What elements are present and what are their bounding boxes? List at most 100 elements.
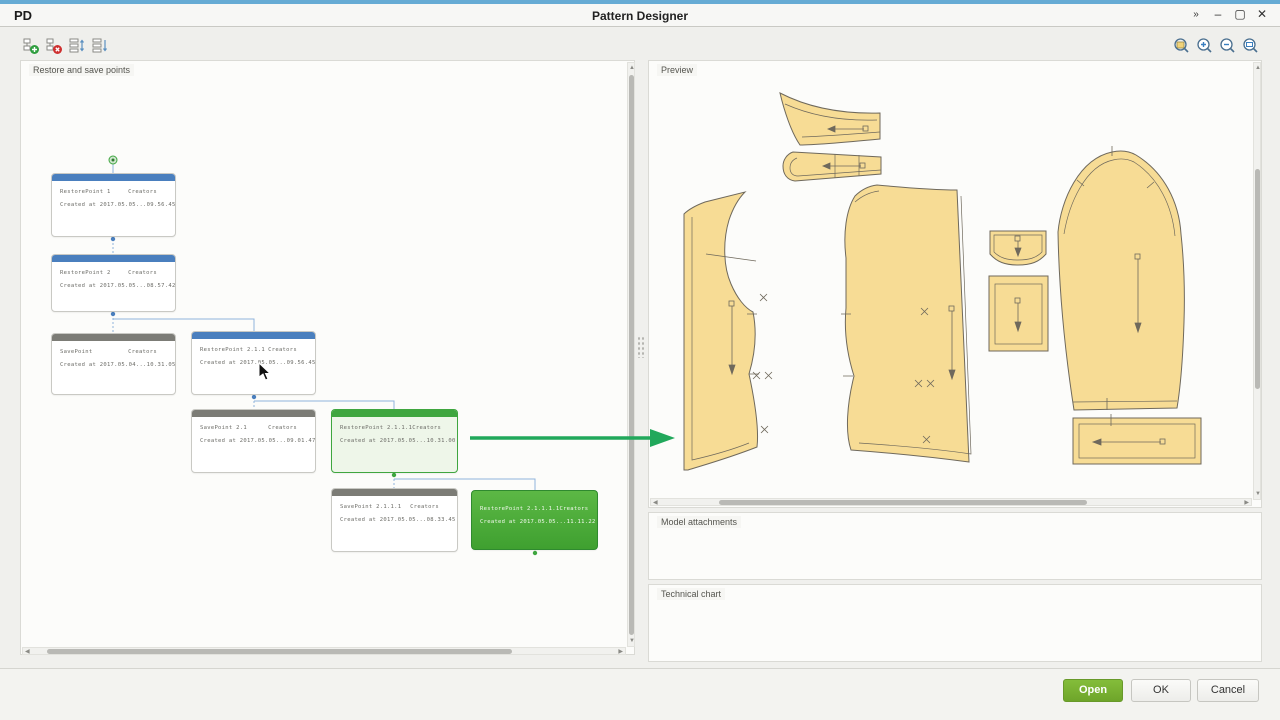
vscroll-thumb[interactable] <box>629 75 634 635</box>
pattern-collar-band <box>782 151 882 182</box>
window-title: Pattern Designer <box>591 9 689 23</box>
node-created-label: Created at 2017.05.05...11.11.22 <box>480 519 596 525</box>
scroll-left-arrow[interactable]: ◀ <box>25 649 30 655</box>
node-created-label: Created at 2017.05.05...08.33.45 <box>340 517 456 523</box>
node-body: RestorePoint 2 Creators Created at 2017.05… <box>52 262 175 289</box>
scroll-up-arrow[interactable]: ▲ <box>1255 65 1261 71</box>
hscroll-thumb[interactable] <box>47 649 512 654</box>
node-created-label: Created at 2017.05.05...09.01.47 <box>200 438 316 444</box>
node-title: RestorePoint 2.1.1.1 <box>340 425 413 431</box>
node-type-label: Creators <box>559 506 589 512</box>
node-body: RestorePoint 2.1.1.1 Creators Created at 2… <box>332 417 457 444</box>
preview-vscrollbar[interactable]: ▲ ▼ <box>1253 62 1261 500</box>
restore-points-panel: Restore and save points RestorePoint 1 Cr… <box>20 60 635 655</box>
zoom-fit-icon[interactable] <box>1173 38 1190 55</box>
node-created-label: Created at 2017.05.05...09.56.45 <box>200 360 316 366</box>
toolbar <box>0 28 1280 60</box>
node-type-label: Creators <box>268 347 297 353</box>
model-attachments-panel: Model attachments <box>648 512 1262 580</box>
restore-node-savepoint-2-1-1-1[interactable]: SavePoint 2.1.1.1 Creators Created at 2017… <box>331 488 458 552</box>
node-title: RestorePoint 2 <box>60 270 111 276</box>
left-panel-hscrollbar[interactable]: ◀ ▶ <box>22 647 626 655</box>
pattern-designer-window: PD Pattern Designer » – ▢ ✕ Restore and … <box>0 0 1280 720</box>
node-title: SavePoint 2.1.1.1 <box>340 504 402 510</box>
delete-restore-point-icon[interactable] <box>46 38 63 55</box>
pattern-front-right <box>844 184 970 463</box>
node-header <box>192 410 315 417</box>
pattern-pieces-drawing <box>683 92 1202 471</box>
node-title: RestorePoint 2.1.1.1.1 <box>480 506 560 512</box>
preview-panel: Preview ▲ ▼ ◀ ▶ <box>648 60 1262 508</box>
node-header <box>192 332 315 339</box>
scroll-left-arrow[interactable]: ◀ <box>653 500 658 506</box>
node-created-label: Created at 2017.05.05...10.31.00 <box>340 438 456 444</box>
node-title: RestorePoint 1 <box>60 189 111 195</box>
ok-button[interactable]: OK <box>1131 679 1191 702</box>
node-created-label: Created at 2017.05.05...09.56.45 <box>60 202 176 208</box>
node-title: RestorePoint 2.1.1 <box>200 347 266 353</box>
node-header <box>52 255 175 262</box>
close-button[interactable]: ✕ <box>1252 7 1272 21</box>
scroll-down-arrow[interactable]: ▼ <box>629 638 635 644</box>
pattern-sleeve <box>1057 150 1185 411</box>
restore-node-savepoint-2-1[interactable]: SavePoint 2.1 Creators Created at 2017.05.… <box>191 409 316 473</box>
open-button[interactable]: Open <box>1063 679 1123 702</box>
panel-splitter[interactable] <box>637 336 645 358</box>
minimize-button[interactable]: – <box>1208 7 1228 21</box>
collapse-all-icon[interactable] <box>92 38 109 55</box>
node-type-label: Creators <box>128 349 157 355</box>
pattern-cuff <box>1072 417 1202 465</box>
node-body: SavePoint Creators Created at 2017.05.04..… <box>52 341 175 368</box>
vscroll-thumb[interactable] <box>1255 169 1260 389</box>
node-type-label: Creators <box>128 189 157 195</box>
node-header <box>52 174 175 181</box>
node-header <box>332 410 457 417</box>
zoom-in-icon[interactable] <box>1196 38 1213 55</box>
scroll-up-arrow[interactable]: ▲ <box>629 65 635 71</box>
footer-bar: Open OK Cancel <box>0 668 1280 720</box>
restore-node-savepoint[interactable]: SavePoint Creators Created at 2017.05.04..… <box>51 333 176 395</box>
overflow-menu-button[interactable]: » <box>1186 9 1206 20</box>
scroll-down-arrow[interactable]: ▼ <box>1255 491 1261 497</box>
expand-all-icon[interactable] <box>69 38 86 55</box>
restore-node-restorepoint-2[interactable]: RestorePoint 2 Creators Created at 2017.05… <box>51 254 176 312</box>
scroll-right-arrow[interactable]: ▶ <box>1244 500 1249 506</box>
node-body: SavePoint 2.1 Creators Created at 2017.05.… <box>192 417 315 444</box>
hscroll-thumb[interactable] <box>719 500 1087 505</box>
restore-node-restorepoint-2-1-1-1[interactable]: RestorePoint 2.1.1.1 Creators Created at 2… <box>331 409 458 473</box>
add-restore-point-icon[interactable] <box>23 38 40 55</box>
node-header <box>52 334 175 341</box>
selection-arrow <box>470 429 675 447</box>
pattern-front-left <box>683 191 758 471</box>
node-header <box>472 491 597 498</box>
scroll-right-arrow[interactable]: ▶ <box>618 649 623 655</box>
node-created-label: Created at 2017.05.04...10.31.05 <box>60 362 176 368</box>
left-panel-vscrollbar[interactable]: ▲ ▼ <box>627 62 635 647</box>
technical-chart-title: Technical chart <box>657 588 726 600</box>
node-title: SavePoint <box>60 349 93 355</box>
node-type-label: Creators <box>268 425 297 431</box>
node-body: RestorePoint 2.1.1.1.1 Creators Created at… <box>472 498 597 525</box>
node-body: RestorePoint 2.1.1 Creators Created at 201… <box>192 339 315 366</box>
mouse-cursor <box>258 362 272 381</box>
restore-node-restorepoint-1[interactable]: RestorePoint 1 Creators Created at 2017.05… <box>51 173 176 237</box>
restore-node-restorepoint-2-1-1[interactable]: RestorePoint 2.1.1 Creators Created at 201… <box>191 331 316 395</box>
preview-hscrollbar[interactable]: ◀ ▶ <box>650 498 1252 506</box>
node-body: SavePoint 2.1.1.1 Creators Created at 2017… <box>332 496 457 523</box>
node-type-label: Creators <box>412 425 442 431</box>
pattern-collar-piece <box>779 92 881 146</box>
model-attachments-title: Model attachments <box>657 516 742 528</box>
restore-node-restorepoint-2-1-1-1-1[interactable]: RestorePoint 2.1.1.1.1 Creators Created at… <box>471 490 598 550</box>
cancel-button[interactable]: Cancel <box>1197 679 1259 702</box>
titlebar[interactable]: PD Pattern Designer » – ▢ ✕ <box>0 4 1280 27</box>
node-body: RestorePoint 1 Creators Created at 2017.05… <box>52 181 175 208</box>
maximize-button[interactable]: ▢ <box>1230 7 1250 21</box>
node-type-label: Creators <box>410 504 439 510</box>
node-created-label: Created at 2017.05.05...08.57.42 <box>60 283 176 289</box>
zoom-selection-icon[interactable] <box>1242 38 1259 55</box>
node-header <box>332 489 457 496</box>
pattern-pocket <box>988 275 1049 352</box>
node-type-label: Creators <box>128 270 157 276</box>
technical-chart-panel: Technical chart <box>648 584 1262 662</box>
zoom-out-icon[interactable] <box>1219 38 1236 55</box>
